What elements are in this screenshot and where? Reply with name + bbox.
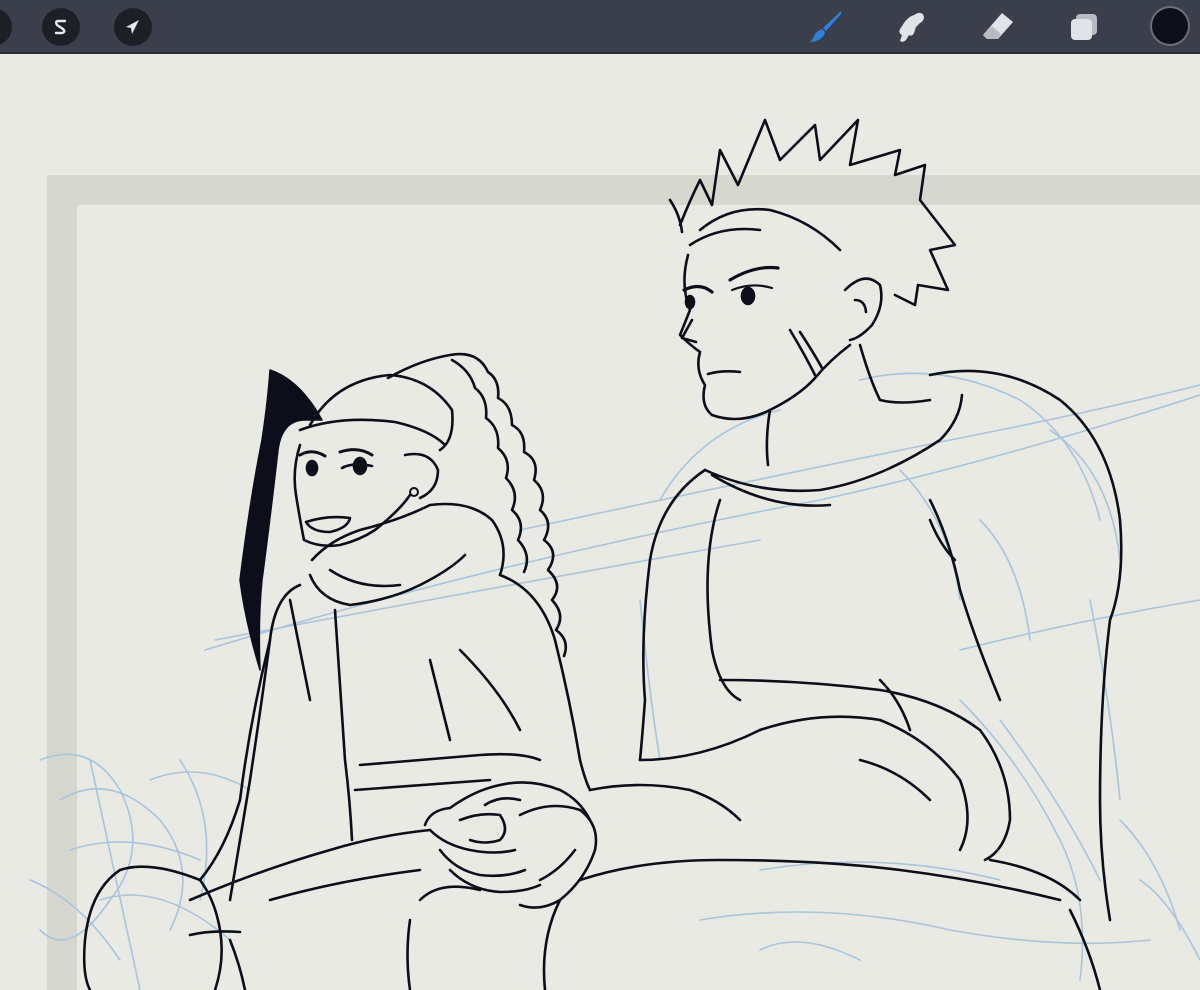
- eraser-tool-button[interactable]: [978, 7, 1018, 47]
- clasped-hands: [423, 781, 598, 909]
- brush-icon: [810, 11, 842, 42]
- artwork: [29, 118, 1200, 990]
- color-picker-button[interactable]: [1152, 8, 1188, 44]
- drawing-app: [0, 0, 1200, 990]
- right-character: [406, 118, 1123, 990]
- transform-button[interactable]: [114, 8, 152, 46]
- adjustments-button[interactable]: [0, 8, 12, 46]
- selection-button[interactable]: [42, 8, 80, 46]
- arrow-cursor-icon: [126, 20, 139, 34]
- brush-tool-button[interactable]: [806, 7, 846, 47]
- drawing-canvas[interactable]: [0, 54, 1200, 990]
- smudge-icon: [899, 12, 924, 42]
- eraser-icon: [983, 13, 1013, 39]
- layers-icon: [1071, 14, 1097, 40]
- left-character: [82, 352, 592, 990]
- smudge-tool-button[interactable]: [890, 7, 930, 47]
- top-toolbar: [0, 0, 1200, 54]
- sketch-layer: [29, 372, 1200, 990]
- s-ribbon-icon: [54, 19, 67, 35]
- ink-layer: [82, 118, 1123, 990]
- layers-button[interactable]: [1064, 7, 1104, 47]
